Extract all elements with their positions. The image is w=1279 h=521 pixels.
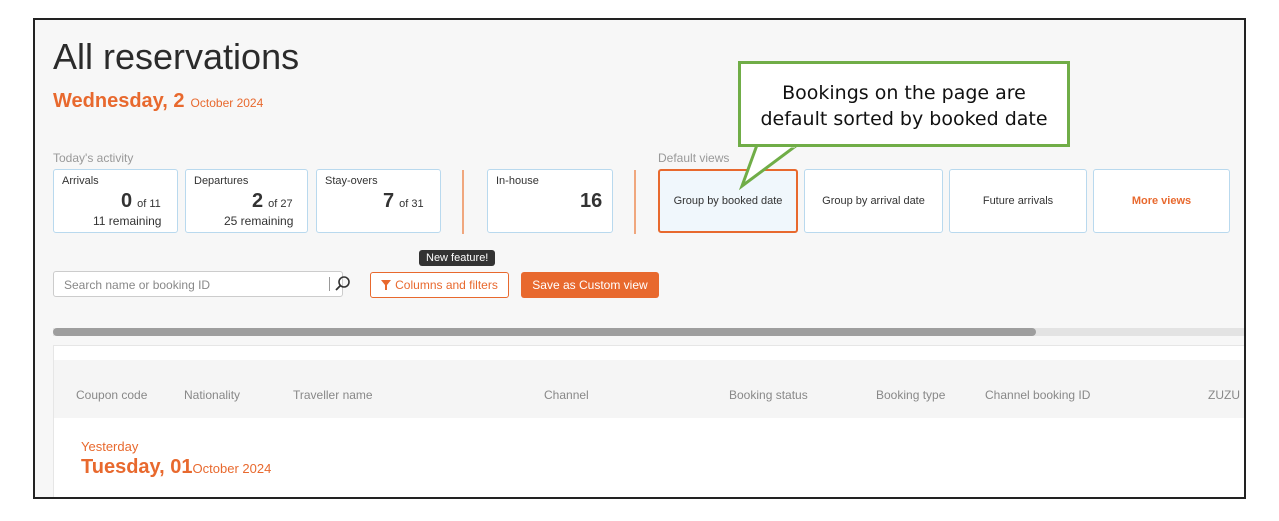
default-views-label: Default views [658,151,730,165]
column-header[interactable]: Coupon code [76,388,147,402]
page-title: All reservations [53,36,300,77]
new-feature-tooltip: New feature! [419,250,496,266]
departures-label: Departures [194,175,249,187]
search-divider [329,277,330,291]
view-group-by-arrival-date[interactable]: Group by arrival date [804,169,943,233]
columns-filters-label: Columns and filters [395,278,498,292]
inhouse-count: 16 [580,190,603,212]
date-day: Wednesday, 2 [53,90,185,112]
activity-separator [462,170,464,234]
column-header[interactable]: Booking status [729,388,808,402]
departures-remaining: 25 remaining [224,214,294,228]
group-date-heading: Tuesday, 01October 2024 [81,456,272,478]
search-icon[interactable] [334,275,352,298]
date-month: October 2024 [190,96,264,110]
view-future-arrivals[interactable]: Future arrivals [949,169,1087,233]
callout-line-2: default sorted by booked date [760,108,1048,130]
stayovers-card[interactable]: Stay-overs 7 of 31 [316,169,441,233]
scrollbar-thumb[interactable] [53,328,1036,336]
search-input[interactable]: Search name or booking ID [64,278,210,292]
more-views-button[interactable]: More views [1093,169,1230,233]
status-badge [730,498,824,499]
column-header[interactable]: ZUZU r [1208,388,1244,402]
departures-card[interactable]: Departures 2 of 27 25 remaining [185,169,308,233]
arrivals-card[interactable]: Arrivals 0 of 11 11 remaining [53,169,178,233]
columns-filters-button[interactable]: Columns and filters [370,272,509,298]
save-custom-view-button[interactable]: Save as Custom view [521,272,659,298]
view-group-by-booked-date[interactable]: Group by booked date [658,169,798,233]
inhouse-label: In-house [496,175,539,187]
current-date: Wednesday, 2 October 2024 [53,90,263,113]
group-relative-label: Yesterday [81,439,139,454]
column-header[interactable]: Booking type [876,388,945,402]
views-separator [634,170,636,234]
annotation-callout: Bookings on the page are default sorted … [738,61,1070,147]
reservations-table: Coupon code Nationality Traveller name C… [53,345,1244,499]
column-header[interactable]: Channel [544,388,589,402]
arrivals-label: Arrivals [62,175,99,187]
stayovers-count: 7 of 31 [383,190,424,212]
column-header[interactable]: Traveller name [293,388,373,402]
inhouse-card[interactable]: In-house 16 [487,169,613,233]
callout-line-1: Bookings on the page are [782,82,1026,104]
stayovers-label: Stay-overs [325,175,378,187]
todays-activity-label: Today's activity [53,151,134,165]
search-box[interactable]: Search name or booking ID [53,271,350,297]
column-header[interactable]: Nationality [184,388,240,402]
departures-count: 2 of 27 [252,190,293,212]
arrivals-remaining: 11 remaining [93,214,162,228]
column-header[interactable]: Channel booking ID [985,388,1090,402]
filter-icon [381,280,392,290]
arrivals-count: 0 of 11 [121,190,161,212]
